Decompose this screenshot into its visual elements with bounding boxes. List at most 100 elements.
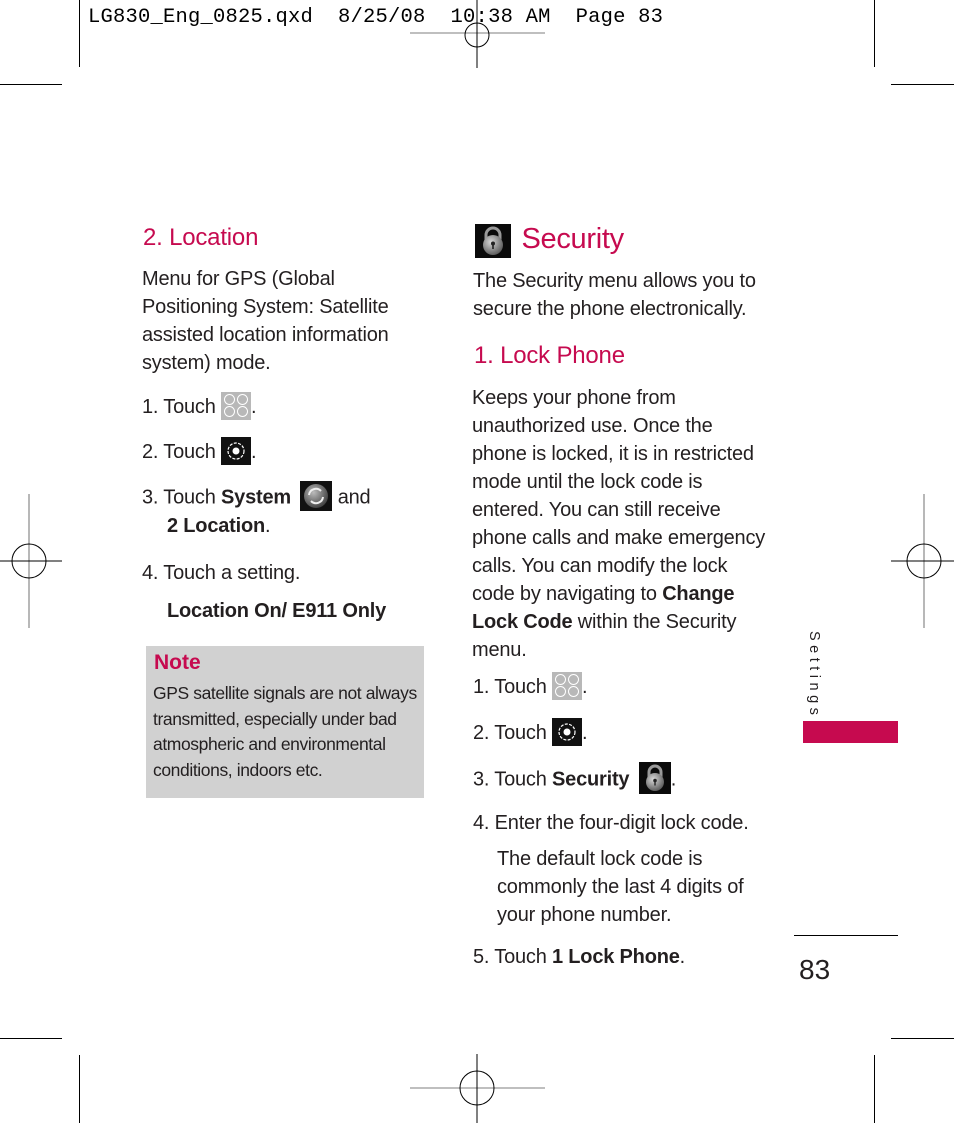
registration-mark-left — [0, 494, 62, 628]
lock-phone-heading: 1. Lock Phone — [474, 342, 625, 369]
section-label-settings: Settings — [806, 631, 822, 720]
description-text: code by navigating to — [472, 583, 663, 605]
description-line: phone is locked, it is in restricted — [472, 443, 754, 465]
security-step-2: 2. Touch . — [473, 717, 588, 748]
crop-mark — [874, 1055, 875, 1123]
security-step-3: 3. Touch Security . — [473, 762, 677, 796]
description-text: within the Security — [572, 611, 737, 633]
menu-grid-icon — [221, 391, 252, 420]
step-text: Enter the four-digit lock code. — [494, 812, 749, 834]
menu-grid-icon — [552, 671, 583, 700]
step-punct: . — [582, 676, 588, 698]
detail-line: The default lock code is — [497, 848, 703, 870]
step-number: 3. — [142, 486, 159, 509]
crop-mark — [0, 84, 62, 85]
system-sync-icon — [300, 481, 333, 511]
print-slug: LG830_Eng_0825.qxd 8/25/08 10:38 AM Page… — [88, 6, 664, 29]
step-number: 5. — [473, 946, 490, 968]
step-number: 4. — [473, 812, 490, 834]
step-bold-security: Security — [552, 768, 630, 791]
change-lock-code-term: Lock Code — [472, 611, 573, 633]
padlock-icon — [638, 762, 671, 794]
security-step-4: 4. Enter the four-digit lock code. — [473, 809, 749, 837]
note-line: transmitted, especially under bad — [153, 708, 397, 729]
security-intro: The Security menu allows you to secure t… — [473, 267, 773, 323]
note-title: Note — [154, 651, 201, 674]
step-punct: . — [251, 441, 257, 463]
note-line: atmospheric and environmental — [153, 734, 386, 754]
security-step-4-detail: The default lock code is commonly the la… — [497, 845, 777, 929]
security-step-5: 5. Touch 1 Lock Phone. — [473, 943, 685, 971]
crop-mark — [874, 0, 875, 67]
padlock-icon — [475, 224, 511, 258]
location-intro-line: Menu for GPS (Global — [142, 268, 335, 290]
step-bold-2-location: 2 Location — [167, 515, 266, 537]
step-punct: . — [679, 946, 686, 968]
page-number: 83 — [799, 954, 831, 985]
location-step-4: 4. Touch a setting. — [142, 559, 300, 587]
step-text: Touch — [494, 768, 547, 791]
step-text: Touch — [494, 676, 547, 698]
security-title-row: Security — [475, 223, 624, 258]
location-setting-option: Location On/ E911 Only — [167, 600, 386, 622]
step-text: Touch — [494, 722, 547, 744]
step-number: 1. — [142, 396, 159, 418]
step-punct: . — [251, 396, 257, 418]
security-intro-line: secure the phone electronically. — [473, 298, 747, 320]
crop-mark — [79, 0, 80, 67]
location-intro-line: Positioning System: Satellite — [142, 296, 389, 318]
step-text: Touch — [163, 396, 216, 418]
crop-mark — [79, 1055, 80, 1123]
step-bold-lock-phone: 1 Lock Phone — [552, 946, 680, 968]
change-lock-code-term: Change — [662, 583, 735, 605]
lock-phone-description: Keeps your phone from unauthorized use. … — [472, 384, 772, 664]
location-intro: Menu for GPS (Global Positioning System:… — [142, 265, 432, 377]
crop-mark — [891, 84, 954, 85]
description-line: mode until the lock code is — [472, 471, 703, 493]
step-number: 4. — [142, 562, 159, 584]
location-intro-line: system) mode. — [142, 352, 271, 374]
description-line: menu. — [472, 639, 527, 661]
description-line: Lock Code within the Security — [472, 608, 772, 636]
description-line: Keeps your phone from — [472, 387, 676, 409]
location-heading: 2. Location — [143, 224, 259, 251]
detail-line: commonly the last 4 digits of — [497, 876, 744, 898]
crop-mark — [0, 1038, 62, 1039]
registration-mark-top — [410, 0, 545, 68]
step-punct: . — [670, 768, 677, 791]
section-tab — [803, 721, 898, 743]
note-line: conditions, indoors etc. — [153, 759, 323, 780]
step-text: Touch — [494, 946, 547, 968]
location-step-3: 3. Touch System and — [142, 481, 371, 513]
step-number: 1. — [473, 676, 490, 698]
location-intro-line: assisted location information — [142, 324, 389, 346]
registration-mark-right — [891, 494, 954, 628]
security-title: Security — [521, 223, 624, 255]
registration-mark-bottom — [410, 1054, 545, 1123]
security-intro-line: The Security menu allows you to — [473, 270, 756, 292]
step-text: Touch — [163, 441, 216, 463]
description-line: phone calls and make emergency — [472, 527, 766, 549]
page-number-rule — [794, 935, 898, 936]
description-line: calls. You can modify the lock — [472, 555, 728, 577]
location-step-3-line2: 2 Location. — [167, 512, 271, 540]
step-number: 2. — [473, 722, 490, 744]
note-text: GPS satellite signals are not always tra… — [153, 681, 421, 783]
step-number: 2. — [142, 441, 159, 463]
step-number: 3. — [473, 768, 490, 791]
step-text: Touch — [163, 486, 216, 509]
security-step-1: 1. Touch . — [473, 671, 588, 702]
description-line: entered. You can still receive — [472, 499, 721, 521]
step-text: Touch a setting. — [163, 562, 301, 584]
description-line: unauthorized use. Once the — [472, 415, 713, 437]
step-text-and: and — [337, 486, 371, 509]
note-line: GPS satellite signals are not always — [153, 683, 417, 703]
location-step-2: 2. Touch . — [142, 436, 257, 467]
step-punct: . — [582, 722, 588, 744]
settings-gear-icon — [221, 436, 252, 465]
crop-mark — [891, 1038, 954, 1039]
note-box: Note GPS satellite signals are not alway… — [146, 646, 424, 798]
detail-line: your phone number. — [497, 904, 672, 926]
location-step-1: 1. Touch . — [142, 391, 257, 422]
step-punct: . — [265, 515, 271, 537]
